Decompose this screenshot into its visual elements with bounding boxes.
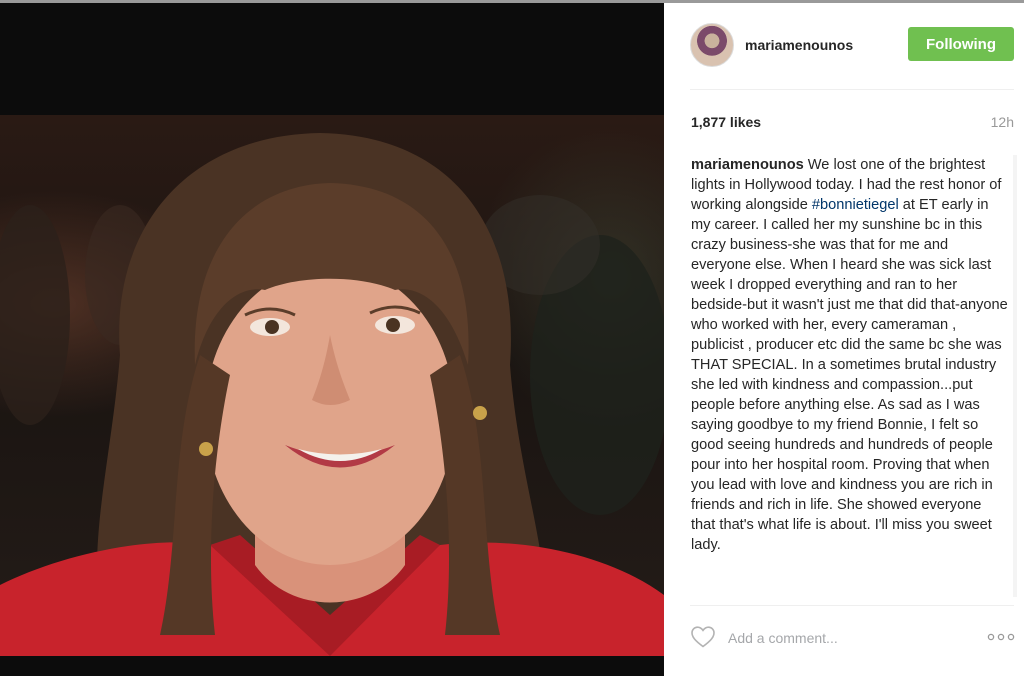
photo-pane	[0, 3, 664, 676]
header-username[interactable]: mariamenounos	[745, 37, 853, 53]
header-divider	[690, 89, 1014, 90]
instagram-post-view: mariamenounos Following 1,877 likes 12h …	[0, 0, 1024, 676]
post-photo[interactable]	[0, 115, 664, 656]
portrait-illustration	[0, 133, 664, 656]
post-sidebar: mariamenounos Following 1,877 likes 12h …	[664, 3, 1024, 676]
caption-text-end: at ET early in my career. I called her m…	[691, 197, 1008, 553]
caption-hashtag[interactable]: #bonnietiegel	[812, 197, 899, 213]
caption-scroll-area[interactable]: mariamenounos We lost one of the brighte…	[691, 155, 1009, 597]
heart-icon[interactable]	[690, 625, 716, 649]
caption-username[interactable]: mariamenounos	[691, 157, 804, 173]
profile-avatar-icon[interactable]	[690, 23, 734, 67]
following-button[interactable]: Following	[908, 27, 1014, 61]
footer-divider	[690, 605, 1014, 606]
caption-scrollbar[interactable]	[1013, 155, 1017, 597]
post-caption: mariamenounos We lost one of the brighte…	[691, 155, 1009, 555]
add-comment-input[interactable]	[728, 627, 948, 649]
post-timestamp[interactable]: 12h	[991, 114, 1014, 130]
post-header: mariamenounos Following	[664, 3, 1024, 87]
likes-count[interactable]: 1,877 likes	[691, 114, 761, 130]
more-options-icon[interactable]	[986, 631, 1016, 643]
